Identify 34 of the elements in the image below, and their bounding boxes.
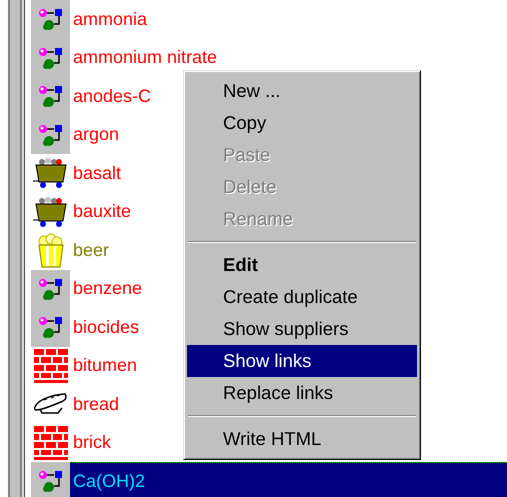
menu-item[interactable]: Copy: [187, 107, 417, 139]
molecule-icon: [38, 315, 64, 340]
list-item[interactable]: ammonia: [73, 6, 148, 33]
menu-item[interactable]: Show suppliers: [187, 313, 417, 345]
menu-item[interactable]: Create duplicate: [187, 281, 417, 313]
list-item[interactable]: argon: [73, 121, 120, 148]
brick-wall-icon: [34, 426, 68, 460]
cart-icon: [32, 196, 70, 228]
list-item[interactable]: bauxite: [73, 198, 132, 226]
list-item[interactable]: brick: [73, 429, 112, 456]
cart-icon: [32, 157, 70, 190]
molecule-icon: [38, 122, 64, 147]
list-item[interactable]: basalt: [73, 160, 122, 187]
menu-item[interactable]: New ...: [187, 75, 417, 107]
molecule-icon: [38, 469, 64, 494]
list-item[interactable]: bread: [73, 390, 120, 418]
molecule-icon: [38, 84, 64, 108]
menu-item[interactable]: Replace links: [187, 377, 417, 409]
list-item[interactable]: bitumen: [73, 352, 138, 380]
molecule-icon: [38, 7, 64, 32]
molecule-icon: [38, 276, 64, 301]
menu-item[interactable]: Write HTML: [187, 423, 417, 455]
popcorn-icon: [38, 232, 64, 268]
list-item[interactable]: biocides: [73, 314, 140, 341]
list-item[interactable]: benzene: [73, 275, 142, 302]
bread-icon: [34, 393, 67, 416]
list-item[interactable]: beer: [73, 236, 110, 264]
brick-wall-icon: [34, 348, 68, 383]
list-item[interactable]: ammonium nitrate: [73, 44, 218, 72]
molecule-icon: [38, 46, 64, 70]
menu-item[interactable]: Show links: [187, 345, 417, 377]
menu-item[interactable]: Edit: [187, 249, 417, 281]
list-item[interactable]: anodes-C: [73, 82, 152, 110]
list-item[interactable]: Ca(OH)2: [73, 468, 146, 496]
